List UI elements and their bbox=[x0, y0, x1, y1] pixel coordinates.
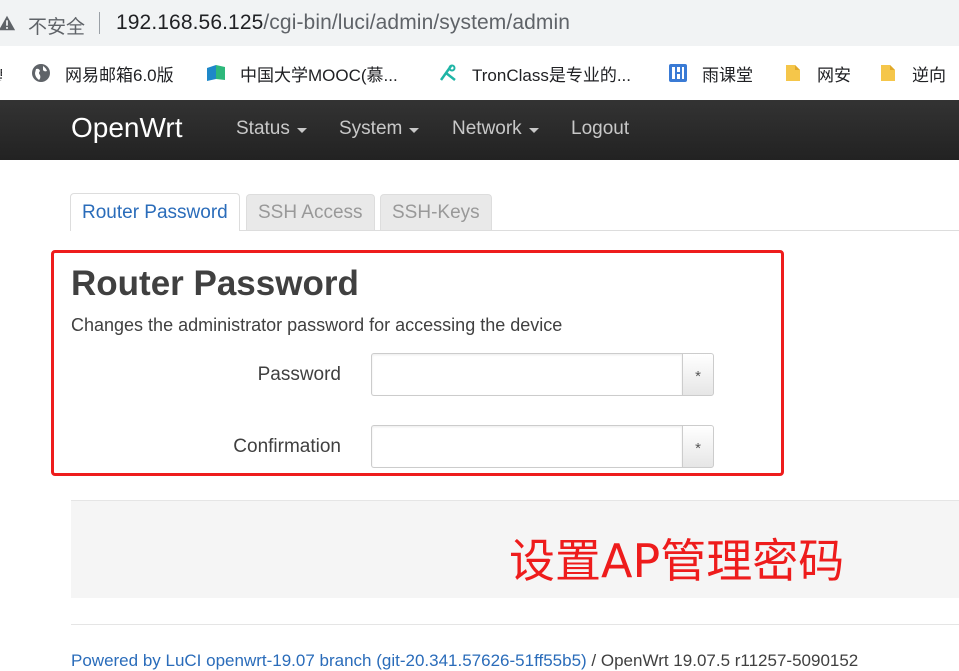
mooc-icon bbox=[207, 65, 225, 81]
footer-luci-link[interactable]: Powered by LuCI openwrt-19.07 branch (gi… bbox=[71, 651, 587, 670]
caret-down-icon bbox=[409, 127, 420, 133]
footer-version: OpenWrt 19.07.5 r11257-5090152 bbox=[600, 651, 859, 670]
security-label[interactable]: 不安全 bbox=[28, 12, 85, 39]
footer-separator: / bbox=[586, 651, 601, 670]
main-navbar: OpenWrt Status System Network Logout bbox=[0, 100, 959, 160]
url-text[interactable]: 192.168.56.125/cgi-bin/luci/admin/system… bbox=[116, 11, 570, 35]
tab-router-password[interactable]: Router Password bbox=[70, 193, 240, 231]
footer-divider bbox=[71, 624, 959, 625]
nav-logout[interactable]: Logout bbox=[571, 118, 629, 140]
confirmation-input[interactable] bbox=[371, 425, 682, 468]
tronclass-icon bbox=[439, 64, 456, 81]
footer: Powered by LuCI openwrt-19.07 branch (gi… bbox=[71, 651, 858, 671]
warning-icon[interactable] bbox=[0, 14, 16, 32]
folder-icon bbox=[786, 65, 800, 81]
address-bar[interactable]: 不安全 192.168.56.125/cgi-bin/luci/admin/sy… bbox=[0, 0, 959, 46]
password-input[interactable] bbox=[371, 353, 682, 396]
bookmark-cut-glyph: 课 bbox=[0, 63, 2, 81]
nav-network[interactable]: Network bbox=[452, 118, 539, 140]
caret-down-icon bbox=[296, 127, 307, 133]
bookmark-rainclassroom[interactable]: 雨课堂 bbox=[668, 62, 753, 85]
bookmark-netease-mail[interactable]: 网易邮箱6.0版 bbox=[31, 62, 174, 85]
bookmark-label: 逆向 bbox=[912, 65, 946, 85]
brand-logo[interactable]: OpenWrt bbox=[71, 112, 183, 144]
confirmation-label: Confirmation bbox=[233, 436, 341, 457]
bookmark-mooc[interactable]: 中国大学MOOC(慕... bbox=[206, 62, 398, 85]
folder-icon bbox=[881, 65, 895, 81]
password-label: Password bbox=[257, 364, 341, 385]
reveal-password-button[interactable]: * bbox=[682, 353, 714, 396]
nav-label: Network bbox=[452, 118, 522, 139]
tab-ssh-access[interactable]: SSH Access bbox=[246, 194, 375, 230]
address-divider bbox=[99, 12, 100, 34]
globe-icon bbox=[32, 64, 50, 82]
bookmark-folder-nixiang[interactable]: 逆向 bbox=[878, 62, 946, 85]
section-description: Changes the administrator password for a… bbox=[71, 315, 563, 335]
caret-down-icon bbox=[528, 127, 539, 133]
nav-label: Logout bbox=[571, 118, 630, 139]
password-input-group: * bbox=[371, 353, 714, 396]
bookmark-tronclass[interactable]: TronClass是专业的... bbox=[438, 62, 632, 85]
bookmarks-bar: 课 网易邮箱6.0版 中国大学MOOC(慕... TronClass是专业的..… bbox=[0, 46, 959, 100]
bookmark-label: 中国大学MOOC(慕... bbox=[240, 65, 398, 85]
nav-label: System bbox=[339, 118, 403, 139]
bookmark-label: 网易邮箱6.0版 bbox=[65, 65, 174, 85]
confirmation-input-group: * bbox=[371, 425, 714, 468]
url-path: /cgi-bin/luci/admin/system/admin bbox=[263, 11, 571, 34]
nav-status[interactable]: Status bbox=[236, 118, 307, 140]
bookmark-folder-wangan[interactable]: 网安 bbox=[783, 62, 851, 85]
reveal-confirmation-button[interactable]: * bbox=[682, 425, 714, 468]
annotation-text: 设置AP管理密码 bbox=[509, 534, 845, 588]
nav-system[interactable]: System bbox=[339, 118, 420, 140]
rainclassroom-icon bbox=[669, 64, 687, 82]
nav-label: Status bbox=[236, 118, 290, 139]
url-host: 192.168.56.125 bbox=[116, 11, 264, 34]
bookmark-label: 雨课堂 bbox=[702, 65, 753, 85]
bookmark-label: TronClass是专业的... bbox=[472, 65, 632, 85]
tab-ssh-keys[interactable]: SSH-Keys bbox=[380, 194, 492, 230]
bookmark-label: 网安 bbox=[817, 65, 851, 85]
section-title: Router Password bbox=[71, 264, 359, 303]
